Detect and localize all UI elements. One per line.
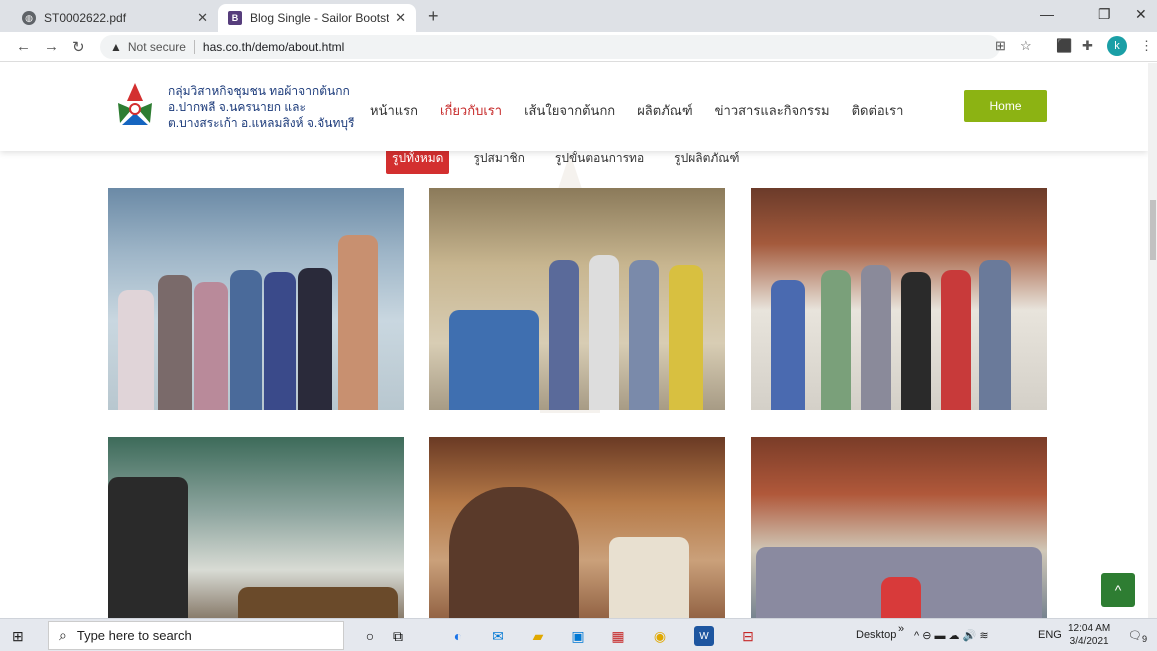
nav-item-about[interactable]: เกี่ยวกับเรา: [440, 100, 502, 121]
site-logo[interactable]: [110, 81, 160, 131]
taskbar-search[interactable]: ⌕ Type here to search: [48, 621, 344, 650]
site-header: กลุ่มวิสาหกิจชุมชน ทอผ้าจากต้นกก อ.ปากพล…: [0, 63, 1148, 151]
windows-start-icon[interactable]: ⊞: [12, 628, 24, 645]
gallery-photo[interactable]: [108, 437, 404, 618]
tab-title: ST0002622.pdf: [44, 11, 127, 25]
tab-blog-single[interactable]: B Blog Single - Sailor Bootstrap Te ✕: [218, 4, 416, 32]
brand-line: ต.บางสระเก้า อ.แหลมสิงห์ จ.จันทบุรี: [168, 116, 355, 130]
gallery-photo[interactable]: [429, 188, 725, 410]
close-window-icon[interactable]: ✕: [1135, 6, 1147, 23]
brand-line: กลุ่มวิสาหกิจชุมชน ทอผ้าจากต้นกก: [168, 84, 350, 98]
gallery-photo[interactable]: [429, 437, 725, 618]
back-to-top-button[interactable]: ^: [1101, 573, 1135, 607]
nav-item-fiber[interactable]: เส้นใยจากต้นกก: [524, 100, 615, 121]
browser-toolbar: ← → ↻ ▲ Not secure has.co.th/demo/about.…: [0, 32, 1157, 62]
language-indicator[interactable]: ENG: [1038, 629, 1062, 641]
taskbar-clock[interactable]: 12:04 AM 3/4/2021: [1068, 622, 1110, 648]
gallery-photo[interactable]: [751, 188, 1047, 410]
forward-icon[interactable]: →: [44, 38, 59, 55]
file-explorer-icon[interactable]: ▰: [528, 626, 548, 646]
tab-pdf[interactable]: ◍ ST0002622.pdf ✕: [12, 4, 218, 32]
reload-icon[interactable]: ↻: [72, 38, 85, 56]
desktop-toolbar-label[interactable]: Desktop: [856, 629, 896, 641]
restore-icon[interactable]: ❐: [1098, 6, 1111, 23]
minimize-icon[interactable]: —: [1040, 6, 1054, 22]
nav-item-products[interactable]: ผลิตภัณฑ์: [637, 100, 692, 121]
chevron-icon[interactable]: »: [898, 623, 904, 635]
cortana-icon[interactable]: ○: [360, 626, 380, 646]
brand-text: กลุ่มวิสาหกิจชุมชน ทอผ้าจากต้นกก อ.ปากพล…: [168, 83, 354, 131]
task-view-icon[interactable]: ⧉: [388, 626, 408, 646]
new-tab-button[interactable]: +: [428, 6, 439, 27]
tab-strip: ◍ ST0002622.pdf ✕ B Blog Single - Sailor…: [0, 0, 1157, 32]
web-page: กลุ่มวิสาหกิจชุมชน ทอผ้าจากต้นกก อ.ปากพล…: [0, 63, 1148, 618]
app-icon[interactable]: ⊟: [738, 626, 758, 646]
windows-taskbar: ⊞ ⌕ Type here to search ○ ⧉ ◐ ✉ ▰ ▣ ▦ ◉ …: [0, 618, 1157, 651]
edge-icon[interactable]: ◐: [448, 626, 468, 646]
clock-time: 12:04 AM: [1068, 623, 1111, 634]
chrome-icon[interactable]: ◉: [650, 626, 670, 646]
page-scrollbar[interactable]: [1148, 63, 1157, 618]
profile-avatar[interactable]: k: [1107, 36, 1127, 56]
word-icon[interactable]: W: [694, 626, 714, 646]
nav-item-news[interactable]: ข่าวสารและกิจกรรม: [715, 100, 830, 121]
address-bar[interactable]: ▲ Not secure has.co.th/demo/about.html: [100, 35, 1000, 59]
store-icon[interactable]: ▣: [568, 626, 588, 646]
gift-icon[interactable]: ▦: [608, 626, 628, 646]
close-icon[interactable]: ✕: [197, 10, 208, 26]
globe-icon: ◍: [22, 11, 36, 25]
brand-line: อ.ปากพลี จ.นครนายก และ: [168, 100, 306, 114]
acrobat-icon[interactable]: ⬛: [1056, 38, 1072, 54]
warning-icon: ▲: [110, 40, 122, 54]
menu-icon[interactable]: ⋮: [1140, 38, 1153, 54]
scrollbar-thumb[interactable]: [1150, 200, 1156, 260]
home-button[interactable]: Home: [964, 90, 1047, 122]
notification-count: 9: [1141, 634, 1148, 645]
mail-icon[interactable]: ✉: [488, 626, 508, 646]
tab-title: Blog Single - Sailor Bootstrap Te: [250, 11, 390, 25]
close-icon[interactable]: ✕: [395, 10, 406, 26]
search-icon: ⌕: [59, 627, 67, 643]
back-icon[interactable]: ←: [16, 38, 31, 55]
search-placeholder: Type here to search: [76, 628, 192, 643]
clock-date: 3/4/2021: [1069, 636, 1109, 647]
main-nav: หน้าแรก เกี่ยวกับเรา เส้นใยจากต้นกก ผลิต…: [370, 100, 903, 121]
tray-icons[interactable]: ^ ⊖ ▬ ☁ 🔊 ≋: [914, 629, 989, 642]
not-secure-label: Not secure: [127, 40, 186, 54]
translate-icon[interactable]: ⊞: [995, 38, 1006, 54]
nav-item-home[interactable]: หน้าแรก: [370, 100, 418, 121]
extensions-icon[interactable]: ✚: [1082, 38, 1093, 54]
bookmark-star-icon[interactable]: ☆: [1020, 38, 1032, 54]
gallery-photo[interactable]: [108, 188, 404, 410]
notification-icon[interactable]: 🗨9: [1128, 629, 1147, 644]
bootstrap-icon: B: [228, 11, 242, 25]
url-text: has.co.th/demo/about.html: [193, 40, 344, 54]
nav-item-contact[interactable]: ติดต่อเรา: [852, 100, 904, 121]
gallery-photo[interactable]: [751, 437, 1047, 618]
